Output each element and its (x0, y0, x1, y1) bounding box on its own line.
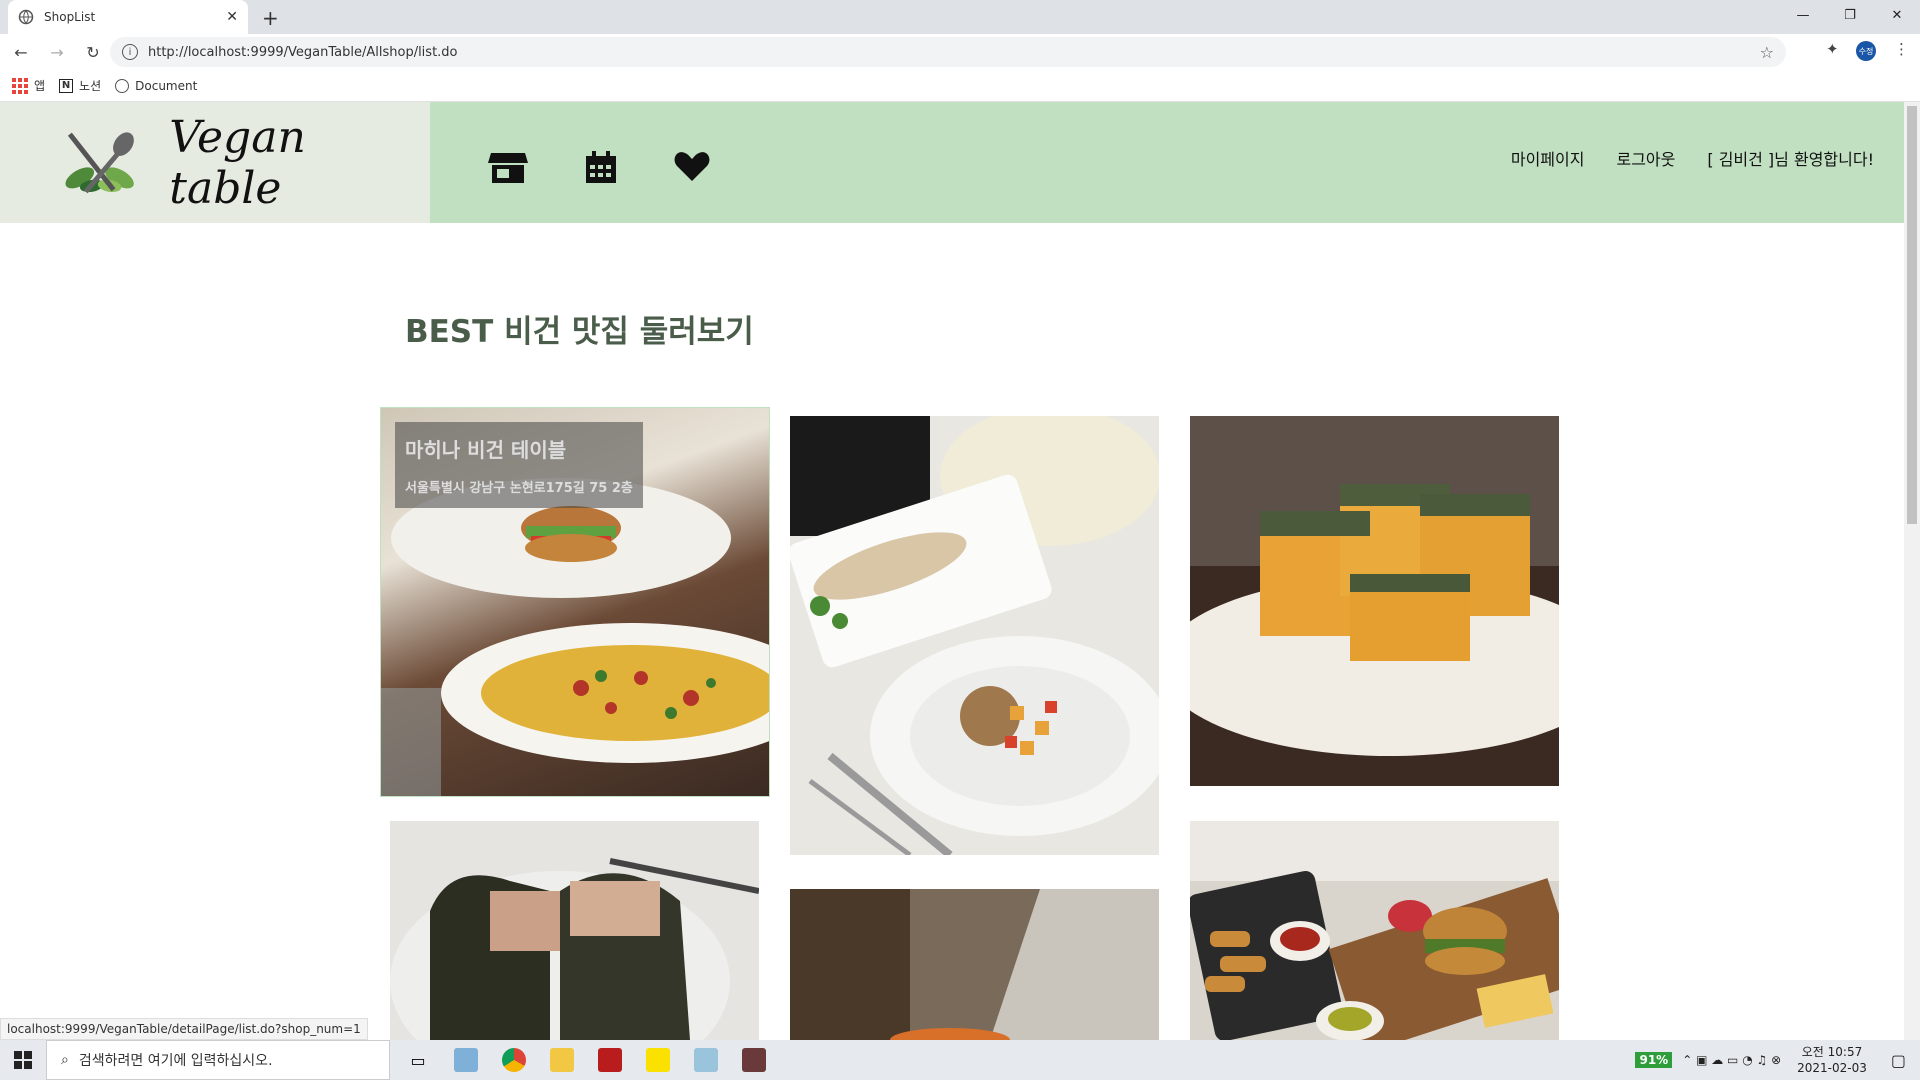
header-nav: 마이페이지 로그아웃 [ 김비건 ]님 환영합니다! (1479, 146, 1874, 170)
bookmark-label: Document (135, 78, 198, 93)
shop-photo (790, 889, 1159, 1040)
fork-spoon-leaves-icon (65, 131, 134, 193)
browser-tab-strip: ShopList ✕ + — ❐ ✕ (0, 0, 1920, 34)
chrome-app-icon[interactable] (494, 1040, 534, 1080)
search-placeholder: 검색하려면 여기에 입력하십시오. (78, 1053, 273, 1069)
page-title-text: BEST 비건 맛집 둘러보기 (405, 314, 754, 350)
back-icon[interactable]: ← (6, 37, 36, 67)
info-icon[interactable]: i (122, 44, 138, 60)
page-title: BEST 비건 맛집 둘러보기 (405, 306, 754, 357)
shop-name: 마히나 비건 테이블 (405, 438, 567, 462)
mypage-link[interactable]: 마이페이지 (1511, 146, 1585, 170)
status-bar: localhost:9999/VeganTable/detailPage/lis… (0, 1018, 368, 1040)
notifications-icon[interactable]: ▢ (1891, 1051, 1906, 1070)
clock-time: 오전 10:57 (1801, 1045, 1863, 1059)
bookmark-notion[interactable]: N 노션 (59, 77, 101, 94)
kakaotalk-icon[interactable] (638, 1040, 678, 1080)
bookmark-label: 앱 (34, 79, 46, 93)
filezilla-icon[interactable] (590, 1040, 630, 1080)
page-viewport: Vegan table 마이페이지 로그아웃 [ 김비건 ]님 환영합니다! B… (0, 102, 1904, 1040)
welcome-text: [ 김비건 ]님 환영합니다! (1707, 150, 1874, 169)
site-header: Vegan table 마이페이지 로그아웃 [ 김비건 ]님 환영합니다! (0, 102, 1904, 223)
bookmark-apps[interactable]: 앱 (12, 77, 45, 94)
globe-icon (115, 78, 130, 93)
close-tab-icon[interactable]: ✕ (226, 9, 238, 25)
system-tray: 91% ⌃ ▣ ☁ ▭ ◔ ♫ ⊗ 오전 10:57 2021-02-03 ▢ (1635, 1040, 1920, 1080)
file-explorer-icon[interactable] (542, 1040, 582, 1080)
new-tab-icon[interactable]: + (262, 6, 279, 30)
globe-icon (18, 9, 34, 25)
url-text: http://localhost:9999/VeganTable/Allshop… (148, 44, 458, 60)
shop-photo (790, 416, 1159, 855)
app-icon[interactable] (686, 1040, 726, 1080)
extensions-icon[interactable]: ✦ (1826, 40, 1839, 58)
bookmark-label: 노션 (79, 79, 102, 93)
shop-card[interactable] (390, 821, 759, 1040)
forward-icon[interactable]: → (42, 37, 72, 67)
app-icon[interactable] (734, 1040, 774, 1080)
minimize-icon[interactable]: — (1780, 0, 1826, 30)
taskbar-search[interactable]: ⌕ 검색하려면 여기에 입력하십시오. (46, 1040, 390, 1080)
reload-icon[interactable]: ↻ (78, 37, 108, 67)
profile-avatar[interactable]: 수정 (1856, 41, 1876, 61)
bookmark-star-icon[interactable]: ☆ (1760, 43, 1774, 62)
apps-grid-icon (12, 77, 28, 94)
clock[interactable]: 오전 10:57 2021-02-03 (1797, 1044, 1867, 1076)
logo-text: Vegan table (169, 111, 306, 214)
shop-card[interactable] (1190, 821, 1559, 1040)
notion-icon: N (59, 78, 74, 93)
shop-card[interactable]: 마히나 비건 테이블 서울특별시 강남구 논현로175길 75 2층 (380, 407, 770, 797)
heart-icon[interactable] (674, 150, 710, 184)
browser-tab[interactable]: ShopList ✕ (8, 0, 248, 34)
battery-indicator[interactable]: 91% (1635, 1052, 1673, 1068)
close-window-icon[interactable]: ✕ (1874, 0, 1920, 30)
menu-dots-icon[interactable]: ⋮ (1894, 40, 1909, 58)
page-scrollbar[interactable] (1904, 102, 1920, 1040)
scrollbar-thumb[interactable] (1907, 106, 1917, 524)
restore-icon[interactable]: ❐ (1827, 0, 1873, 30)
shop-photo (390, 858, 759, 1040)
tab-title: ShopList (44, 10, 96, 24)
shop-card[interactable] (1190, 416, 1559, 786)
search-icon: ⌕ (61, 1052, 69, 1068)
shop-card[interactable] (790, 889, 1159, 1040)
bookmark-document[interactable]: Document (115, 78, 198, 93)
windows-start-icon[interactable] (0, 1040, 46, 1080)
paint-app-icon[interactable] (446, 1040, 486, 1080)
browser-toolbar: ← → ↻ i http://localhost:9999/VeganTable… (0, 34, 1920, 70)
clock-date: 2021-02-03 (1797, 1061, 1867, 1075)
windows-taskbar: ⌕ 검색하려면 여기에 입력하십시오. ▭ 91% ⌃ ▣ ☁ ▭ ◔ ♫ ⊗ … (0, 1040, 1920, 1080)
shop-address: 서울특별시 강남구 논현로175길 75 2층 (405, 481, 633, 496)
title-underline (405, 351, 754, 357)
store-icon[interactable] (488, 150, 528, 184)
tray-icons[interactable]: ⌃ ▣ ☁ ▭ ◔ ♫ ⊗ (1682, 1053, 1781, 1067)
bookmarks-bar: 앱 N 노션 Document (0, 70, 1920, 102)
task-view-icon[interactable]: ▭ (398, 1040, 438, 1080)
shop-overlay: 마히나 비건 테이블 서울특별시 강남구 논현로175길 75 2층 (395, 422, 643, 508)
address-bar[interactable]: i http://localhost:9999/VeganTable/Allsh… (110, 37, 1786, 67)
shop-photo (1190, 821, 1559, 1040)
calendar-icon[interactable] (584, 150, 618, 184)
logout-link[interactable]: 로그아웃 (1616, 146, 1675, 170)
shop-card[interactable] (790, 416, 1159, 855)
logo[interactable]: Vegan table (0, 102, 430, 223)
shop-photo (1190, 416, 1559, 756)
